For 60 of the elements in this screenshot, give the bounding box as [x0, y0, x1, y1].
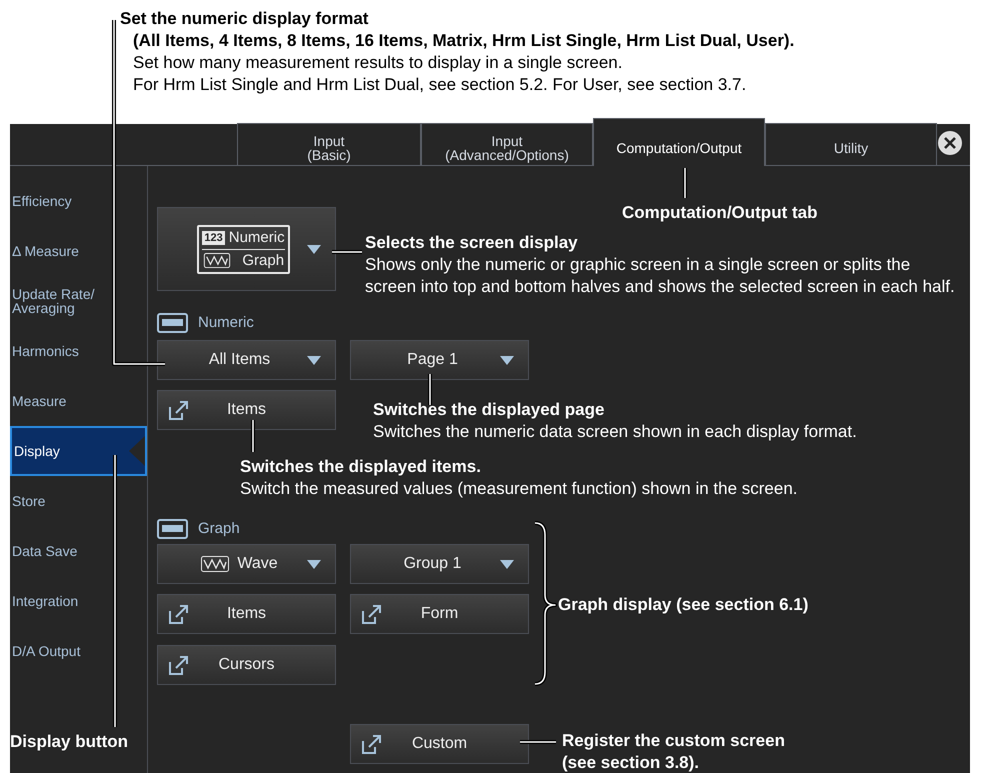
annotation-text: Switch the measured values (measurement function) shown in the screen.	[240, 478, 798, 500]
page-dropdown[interactable]: Page 1	[350, 340, 529, 380]
annotation-title: Selects the screen display	[365, 232, 579, 254]
annotation-text: For Hrm List Single and Hrm List Dual, see section 5.2. For User, see section 3.7.	[133, 74, 748, 96]
format-dropdown[interactable]: All Items	[157, 340, 336, 380]
sidebar-item[interactable]: D/A Output	[10, 626, 147, 676]
annotation-text: Shows only the numeric or graphic screen in a single screen or splits the screen into top and bottom halves and shows the selected screen in each half.	[365, 254, 956, 298]
caret-icon	[500, 560, 514, 568]
wave-icon	[202, 253, 232, 268]
option-label: Graph	[242, 250, 284, 270]
section-label: Graph	[198, 518, 240, 539]
screen-display-selector[interactable]: 123 Numeric Graph	[157, 207, 336, 291]
annotation-title: Switches the displayed items.	[240, 456, 482, 478]
annotation-title: (All Items, 4 Items, 8 Items, 16 Items, Matrix, Hrm List Single, Hrm List Dual, User).	[133, 30, 796, 52]
group-dropdown[interactable]: Group 1	[350, 544, 529, 584]
items-button[interactable]: Items	[157, 594, 336, 634]
sidebar-item[interactable]: Measure	[10, 376, 147, 426]
graph-type-dropdown[interactable]: Wave	[157, 544, 336, 584]
tab[interactable]: Computation/Output	[593, 118, 765, 166]
pointer-icon	[129, 436, 145, 466]
tab[interactable]: Input (Advanced/Options)	[421, 123, 593, 165]
sidebar-item[interactable]: Update Rate/ Averaging	[10, 276, 147, 326]
popout-icon	[168, 399, 190, 421]
section-label: Numeric	[198, 312, 254, 333]
items-button[interactable]: Items	[157, 390, 336, 430]
sidebar-item[interactable]: Data Save	[10, 526, 147, 576]
popout-icon	[168, 603, 190, 625]
sidebar-item[interactable]: Δ Measure	[10, 226, 147, 276]
caret-icon	[307, 244, 321, 254]
close-button[interactable]	[938, 131, 962, 155]
annotation-title: Computation/Output tab	[622, 202, 818, 224]
annotation-text: Switches the numeric data screen shown in each display format.	[373, 421, 858, 443]
tab[interactable]: Utility	[765, 123, 937, 165]
close-icon	[944, 137, 956, 149]
annotation-title: Display button	[10, 731, 128, 753]
annotation-text: Set how many measurement results to display in a single screen.	[133, 52, 624, 74]
numeric-badge: 123	[202, 230, 225, 244]
popout-icon	[361, 603, 383, 625]
annotation-title: Register the custom screen (see section 3.8).	[562, 730, 785, 773]
custom-button[interactable]: Custom	[350, 724, 529, 764]
annotation-title: Graph display (see section 6.1)	[558, 594, 808, 616]
cursors-button[interactable]: Cursors	[157, 645, 336, 685]
caret-icon	[307, 356, 321, 364]
sidebar-item[interactable]: Efficiency	[10, 176, 147, 226]
sidebar-item[interactable]: Store	[10, 476, 147, 526]
wave-icon	[201, 556, 230, 572]
annotation-title: Switches the displayed page	[373, 399, 606, 421]
popout-icon	[361, 733, 383, 755]
sidebar-item[interactable]: Harmonics	[10, 326, 147, 376]
panel-icon	[157, 519, 188, 539]
popout-icon	[168, 654, 190, 676]
form-button[interactable]: Form	[350, 594, 529, 634]
tab[interactable]: Input (Basic)	[237, 123, 421, 165]
panel-icon	[157, 313, 188, 333]
annotation-title: Set the numeric display format	[120, 8, 370, 30]
sidebar-item[interactable]: Display	[10, 426, 147, 476]
caret-icon	[500, 356, 514, 364]
sidebar-item[interactable]: Integration	[10, 576, 147, 626]
caret-icon	[307, 560, 321, 568]
option-label: Numeric	[228, 228, 285, 248]
